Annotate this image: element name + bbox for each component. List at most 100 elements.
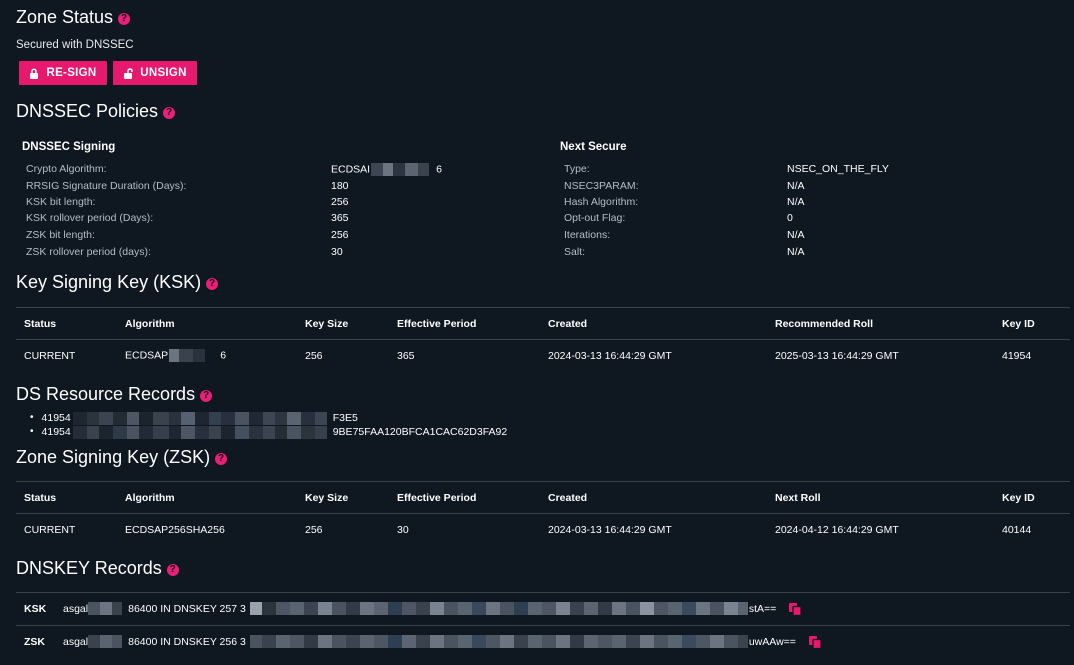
table-header-row: Status Algorithm Key Size Effective Peri… bbox=[16, 481, 1070, 514]
policy-label: ZSK bit length: bbox=[26, 229, 95, 241]
policy-value: 180 bbox=[331, 180, 349, 192]
redacted-block bbox=[169, 349, 220, 363]
roll-cell: 2024-04-12 16:44:29 GMT bbox=[775, 523, 899, 536]
unsign-button[interactable]: UNSIGN bbox=[113, 61, 197, 85]
policy-label: Iterations: bbox=[564, 229, 611, 241]
dnskey-tail: stA== bbox=[748, 602, 777, 615]
redacted-block bbox=[371, 163, 436, 176]
key-id-cell: 40144 bbox=[1002, 523, 1032, 536]
column-header: Recommended Roll bbox=[767, 307, 994, 340]
policy-label: RRSIG Signature Duration (Days): bbox=[26, 180, 187, 192]
policy-label: Opt-out Flag: bbox=[564, 212, 626, 224]
ksk-table: Status Algorithm Key Size Effective Peri… bbox=[16, 307, 1070, 372]
copy-icon[interactable] bbox=[808, 635, 822, 649]
resign-button[interactable]: RE-SIGN bbox=[19, 61, 107, 85]
algorithm-cell: ECDSAP256SHA256 bbox=[125, 523, 225, 536]
zsk-table: Status Algorithm Key Size Effective Peri… bbox=[16, 481, 1070, 546]
dnskey-record: 86400 IN DNSKEY 256 3 bbox=[128, 635, 246, 648]
table-row: CURRENT ECDSAP256SHA256 256 30 2024-03-1… bbox=[16, 514, 1070, 546]
period-cell: 365 bbox=[397, 349, 415, 362]
lock-icon bbox=[30, 67, 39, 79]
dnskey-title: DNSKEY Records bbox=[16, 558, 162, 578]
unsign-label: UNSIGN bbox=[140, 67, 187, 79]
ksk-title: Key Signing Key (KSK) bbox=[16, 272, 202, 292]
dnskey-kind: ZSK bbox=[24, 635, 45, 648]
column-header: Next Roll bbox=[767, 481, 994, 514]
column-header: Key Size bbox=[297, 481, 389, 514]
policy-value: 256 bbox=[331, 229, 349, 241]
redacted-block bbox=[249, 602, 748, 615]
column-header: Status bbox=[16, 481, 117, 514]
policy-label: Hash Algorithm: bbox=[564, 196, 639, 208]
column-header: Created bbox=[540, 481, 767, 514]
dnssec-page: Zone Status ? Secured with DNSSEC RE-SIG… bbox=[0, 0, 1074, 665]
policy-label: NSEC3PARAM: bbox=[564, 180, 639, 192]
ds-digest-suffix: 9BE75FAA120BFCA1CAC62D3FA92 bbox=[332, 426, 508, 438]
ksk-heading: Key Signing Key (KSK) ? bbox=[16, 272, 219, 293]
status-cell: CURRENT bbox=[24, 523, 76, 536]
created-cell: 2024-03-13 16:44:29 GMT bbox=[548, 349, 672, 362]
help-icon[interactable]: ? bbox=[200, 389, 213, 402]
zone-status-title: Zone Status bbox=[16, 7, 114, 27]
help-icon[interactable]: ? bbox=[163, 106, 176, 119]
policies-title: DNSSEC Policies bbox=[16, 101, 159, 121]
dnskey-row-ksk: KSK asgal 86400 IN DNSKEY 257 3 stA== bbox=[16, 592, 1070, 624]
redacted-block bbox=[88, 635, 123, 648]
key-id-cell: 41954 bbox=[1002, 349, 1032, 362]
ds-record-item: 41954 F3E5 bbox=[30, 411, 507, 425]
roll-cell: 2025-03-13 16:44:29 GMT bbox=[775, 349, 899, 362]
dnskey-heading: DNSKEY Records ? bbox=[16, 558, 179, 579]
status-cell: CURRENT bbox=[24, 349, 76, 362]
policy-label: ZSK rollover period (days): bbox=[26, 246, 151, 258]
column-header: Algorithm bbox=[117, 307, 297, 340]
policy-value: NSEC_ON_THE_FLY bbox=[787, 163, 889, 175]
zsk-title: Zone Signing Key (ZSK) bbox=[16, 447, 211, 467]
redacted-block bbox=[88, 602, 123, 615]
policy-value: ECDSAI 6 bbox=[331, 163, 442, 176]
column-header: Status bbox=[16, 307, 117, 340]
policies-heading: DNSSEC Policies ? bbox=[16, 101, 176, 122]
created-cell: 2024-03-13 16:44:29 GMT bbox=[548, 523, 672, 536]
zone-status-heading: Zone Status ? bbox=[16, 7, 131, 28]
redacted-block bbox=[72, 411, 333, 425]
key-size-cell: 256 bbox=[305, 349, 323, 362]
policy-label: Type: bbox=[564, 163, 590, 175]
column-header: Algorithm bbox=[117, 481, 297, 514]
help-icon[interactable]: ? bbox=[215, 452, 228, 465]
help-icon[interactable]: ? bbox=[166, 563, 179, 576]
help-icon[interactable]: ? bbox=[206, 277, 219, 290]
dnskey-name: asgal bbox=[63, 635, 89, 648]
redacted-block bbox=[249, 635, 748, 648]
dnskey-kind: KSK bbox=[24, 602, 47, 615]
ds-record-list: 41954 F3E5 41954 9BE75FAA120BFCA1CAC62D3… bbox=[30, 411, 507, 439]
column-header: Key ID bbox=[994, 481, 1070, 514]
policy-value: 30 bbox=[331, 246, 343, 258]
unlock-icon bbox=[124, 67, 133, 79]
copy-icon[interactable] bbox=[788, 602, 802, 616]
policy-value: N/A bbox=[787, 246, 805, 258]
table-row: CURRENT ECDSAP 6 256 365 2024-03-13 16:44… bbox=[16, 340, 1070, 372]
policy-label: KSK rollover period (Days): bbox=[26, 212, 154, 224]
ds-key-id: 41954 bbox=[41, 412, 71, 424]
column-header: Created bbox=[540, 307, 767, 340]
ds-record-item: 41954 9BE75FAA120BFCA1CAC62D3FA92 bbox=[30, 425, 507, 439]
column-header: Key ID bbox=[994, 307, 1070, 340]
policy-value: 0 bbox=[787, 212, 793, 224]
policy-value: N/A bbox=[787, 196, 805, 208]
dnskey-row-zsk: ZSK asgal 86400 IN DNSKEY 256 3 uwAAw== bbox=[16, 625, 1070, 657]
policy-value: 256 bbox=[331, 196, 349, 208]
column-header: Key Size bbox=[297, 307, 389, 340]
algorithm-cell: ECDSAP 6 bbox=[125, 349, 227, 363]
dnskey-tail: uwAAw== bbox=[748, 635, 796, 648]
policy-label: Salt: bbox=[564, 246, 586, 258]
resign-label: RE-SIGN bbox=[46, 67, 97, 79]
policy-value: 365 bbox=[331, 212, 349, 224]
period-cell: 30 bbox=[397, 523, 409, 536]
column-header: Effective Period bbox=[389, 481, 540, 514]
table-header-row: Status Algorithm Key Size Effective Peri… bbox=[16, 307, 1070, 340]
help-icon[interactable]: ? bbox=[118, 12, 131, 25]
dnskey-name: asgal bbox=[63, 602, 89, 615]
policy-value: N/A bbox=[787, 229, 805, 241]
redacted-block bbox=[72, 425, 333, 439]
ds-heading: DS Resource Records ? bbox=[16, 384, 213, 405]
